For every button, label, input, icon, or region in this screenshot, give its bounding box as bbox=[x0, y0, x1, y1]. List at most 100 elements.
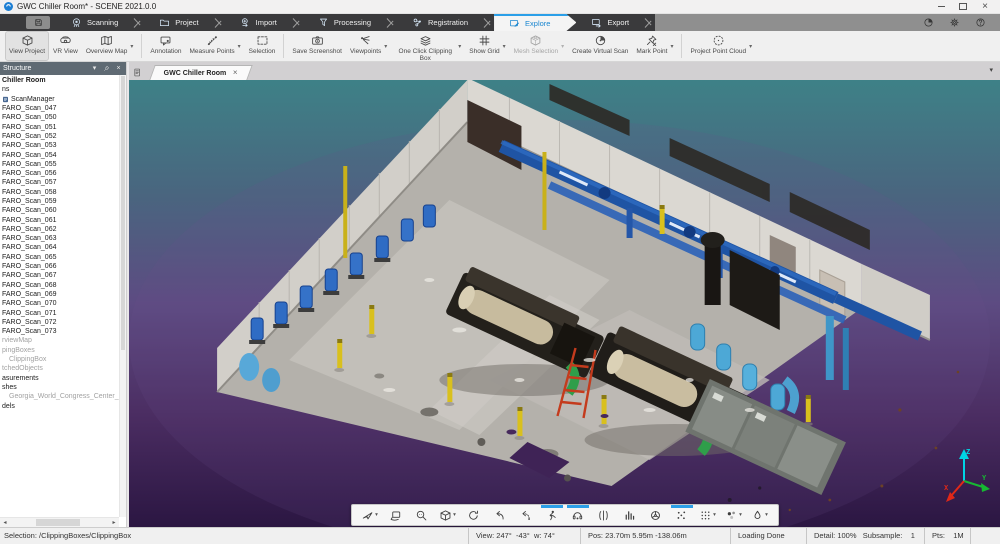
pie-chart-icon[interactable] bbox=[923, 17, 934, 28]
navigation-mode-button[interactable]: ▾ bbox=[357, 505, 383, 525]
overview-map-button[interactable]: Overview Map▾ bbox=[83, 32, 137, 60]
sidebar-horizontal-scrollbar[interactable]: ◂ ▸ bbox=[0, 517, 119, 527]
point-display-button[interactable] bbox=[669, 505, 695, 525]
document-tab[interactable]: GWC Chiller Room × bbox=[149, 65, 253, 80]
dropdown-caret-icon[interactable]: ▾ bbox=[713, 512, 716, 518]
scrollbar-thumb[interactable] bbox=[36, 519, 81, 526]
view-project-button[interactable]: View Project bbox=[6, 32, 48, 60]
tree-item[interactable]: FARO_Scan_068 bbox=[0, 281, 119, 290]
previous-view-button[interactable] bbox=[487, 505, 513, 525]
dropdown-caret-icon[interactable]: ▾ bbox=[130, 43, 133, 50]
dropdown-caret-icon[interactable]: ▾ bbox=[375, 512, 378, 518]
maximize-icon[interactable] bbox=[952, 0, 974, 13]
ribbon-tab-processing[interactable]: Processing bbox=[303, 14, 386, 31]
create-virtual-scan-button[interactable]: Create Virtual Scan bbox=[569, 32, 631, 60]
render-quality-button[interactable]: ▾ bbox=[747, 505, 773, 525]
grid-display-button[interactable]: ▾ bbox=[695, 505, 721, 525]
dropdown-caret-icon[interactable]: ▾ bbox=[749, 43, 752, 50]
tree-item[interactable]: Chiller Room bbox=[0, 76, 119, 85]
tree-item[interactable]: FARO_Scan_051 bbox=[0, 122, 119, 131]
tab-list-caret-icon[interactable]: ▾ bbox=[989, 66, 993, 74]
tree-item[interactable]: FARO_Scan_054 bbox=[0, 150, 119, 159]
save-button[interactable] bbox=[26, 16, 50, 29]
3d-viewport[interactable]: ▾▾▾▾▾ Z Y X bbox=[129, 80, 1000, 527]
tree-item[interactable]: FARO_Scan_061 bbox=[0, 215, 119, 224]
sidebar-vertical-scrollbar[interactable] bbox=[119, 75, 126, 517]
step-view-button[interactable] bbox=[513, 505, 539, 525]
project-point-cloud-button[interactable]: Project Point Cloud▾ bbox=[687, 32, 755, 60]
tree-item[interactable]: FARO_Scan_071 bbox=[0, 308, 119, 317]
annotation-button[interactable]: Annotation bbox=[147, 32, 184, 60]
tab-scroll-icon[interactable] bbox=[132, 67, 142, 78]
tab-close-icon[interactable]: × bbox=[232, 69, 237, 77]
tree-item[interactable]: FARO_Scan_050 bbox=[0, 113, 119, 122]
dropdown-caret-icon[interactable]: ▾ bbox=[739, 512, 742, 518]
panorama-view-button[interactable] bbox=[565, 505, 591, 525]
walk-mode-button[interactable] bbox=[539, 505, 565, 525]
ribbon-tab-scanning[interactable]: Scanning bbox=[56, 14, 133, 31]
tree-item[interactable]: FARO_Scan_060 bbox=[0, 206, 119, 215]
pan-view-button[interactable] bbox=[383, 505, 409, 525]
tree-item[interactable]: FARO_Scan_067 bbox=[0, 271, 119, 280]
tree-item[interactable]: shes bbox=[0, 383, 119, 392]
tree-item[interactable]: FARO_Scan_073 bbox=[0, 327, 119, 336]
tree-item[interactable]: ns bbox=[0, 85, 119, 94]
close-icon[interactable]: × bbox=[974, 0, 996, 13]
tree-item[interactable]: ClippingBox bbox=[0, 355, 119, 364]
one-click-clipping-box-button[interactable]: One Click Clipping Box▾ bbox=[392, 32, 464, 60]
scrollbar-track[interactable] bbox=[10, 518, 109, 527]
tree-item[interactable]: FARO_Scan_056 bbox=[0, 169, 119, 178]
ribbon-tab-export[interactable]: Export bbox=[576, 14, 644, 31]
point-color-button[interactable]: ▾ bbox=[721, 505, 747, 525]
tree-item[interactable]: FARO_Scan_053 bbox=[0, 141, 119, 150]
ribbon-tab-project[interactable]: Project bbox=[144, 14, 213, 31]
dropdown-caret-icon[interactable]: ▾ bbox=[561, 43, 564, 50]
show-grid-button[interactable]: Show Grid▾ bbox=[466, 32, 508, 60]
tree-item[interactable]: FARO_Scan_047 bbox=[0, 104, 119, 113]
tree-item[interactable]: dels bbox=[0, 401, 119, 410]
panel-close-icon[interactable]: × bbox=[114, 62, 123, 75]
navigation-wheel-button[interactable] bbox=[643, 505, 669, 525]
dropdown-caret-icon[interactable]: ▾ bbox=[458, 43, 461, 50]
tree-item[interactable]: FARO_Scan_069 bbox=[0, 290, 119, 299]
tree-item[interactable]: FARO_Scan_070 bbox=[0, 299, 119, 308]
dropdown-caret-icon[interactable]: ▾ bbox=[453, 512, 456, 518]
ribbon-tab-explore[interactable]: Explore bbox=[494, 14, 576, 31]
scrollbar-thumb[interactable] bbox=[121, 76, 125, 350]
tree-item[interactable]: FARO_Scan_059 bbox=[0, 197, 119, 206]
tree-item[interactable]: FARO_Scan_072 bbox=[0, 318, 119, 327]
tree-item[interactable]: ScanManager bbox=[0, 95, 119, 104]
scroll-left-icon[interactable]: ◂ bbox=[0, 519, 10, 526]
minimize-icon[interactable] bbox=[930, 0, 952, 13]
tree-item[interactable]: asurements bbox=[0, 374, 119, 383]
pin-icon[interactable] bbox=[102, 65, 111, 72]
histogram-button[interactable] bbox=[617, 505, 643, 525]
viewpoints-button[interactable]: Viewpoints▾ bbox=[347, 32, 390, 60]
tree-item[interactable]: FARO_Scan_065 bbox=[0, 253, 119, 262]
rotate-view-button[interactable] bbox=[461, 505, 487, 525]
tree-item[interactable]: tchedObjects bbox=[0, 364, 119, 373]
help-icon[interactable] bbox=[975, 17, 986, 28]
tree-item[interactable]: FARO_Scan_057 bbox=[0, 178, 119, 187]
tree-item[interactable]: FARO_Scan_064 bbox=[0, 243, 119, 252]
measure-points-button[interactable]: Measure Points▾ bbox=[186, 32, 243, 60]
scroll-right-icon[interactable]: ▸ bbox=[109, 519, 119, 526]
vr-view-button[interactable]: VR View bbox=[50, 32, 81, 60]
tree-item[interactable]: FARO_Scan_055 bbox=[0, 160, 119, 169]
save-screenshot-button[interactable]: Save Screenshot bbox=[289, 32, 345, 60]
gear-icon[interactable] bbox=[949, 17, 960, 28]
tree-item[interactable]: FARO_Scan_058 bbox=[0, 188, 119, 197]
ribbon-tab-import[interactable]: Import bbox=[225, 14, 292, 31]
view-orientation-button[interactable]: ▾ bbox=[435, 505, 461, 525]
zoom-button[interactable] bbox=[409, 505, 435, 525]
ribbon-tab-registration[interactable]: Registration bbox=[397, 14, 483, 31]
tree-item[interactable]: Georgia_World_Congress_Center_Chiller_Ro… bbox=[0, 392, 119, 401]
tree-item[interactable]: rviewMap bbox=[0, 336, 119, 345]
clipping-plane-button[interactable] bbox=[591, 505, 617, 525]
tree-item[interactable]: pingBoxes bbox=[0, 346, 119, 355]
mark-point-button[interactable]: Mark Point▾ bbox=[633, 32, 676, 60]
tree-item[interactable]: FARO_Scan_066 bbox=[0, 262, 119, 271]
selection-button[interactable]: Selection bbox=[246, 32, 279, 60]
dropdown-caret-icon[interactable]: ▾ bbox=[384, 43, 387, 50]
dropdown-caret-icon[interactable]: ▾ bbox=[670, 43, 673, 50]
